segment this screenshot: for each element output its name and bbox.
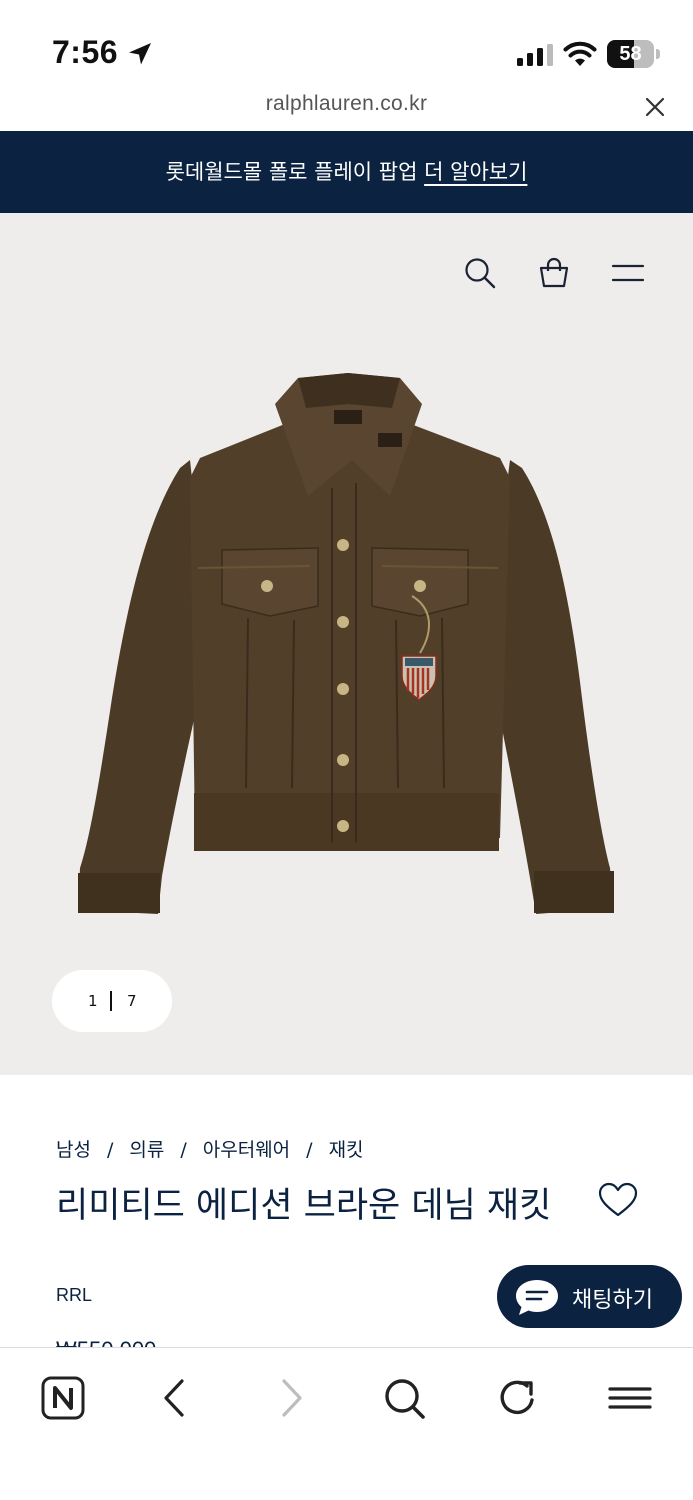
promo-learn-more-link[interactable]: 더 알아보기 — [424, 160, 527, 184]
shopping-bag-icon[interactable] — [538, 257, 570, 289]
hamburger-menu-icon[interactable] — [611, 261, 645, 285]
product-info: 남성/의류/아우터웨어/재킷 리미티드 에디션 브라운 데님 재킷 RRL ₩5… — [0, 1075, 693, 1347]
wifi-icon — [563, 41, 597, 66]
menu-button[interactable] — [607, 1375, 653, 1421]
back-icon — [164, 1379, 184, 1417]
battery-level: 58 — [619, 43, 642, 65]
search-icon — [385, 1379, 425, 1419]
breadcrumb-item[interactable]: 남성 — [56, 1139, 91, 1161]
back-button[interactable] — [152, 1375, 198, 1421]
chat-button[interactable]: 채팅하기 — [497, 1265, 682, 1328]
naver-home-icon — [41, 1376, 85, 1420]
product-brand: RRL — [56, 1285, 93, 1305]
product-price: ₩550,000 — [56, 1337, 156, 1347]
browser-url-bar[interactable]: ralphlauren.co.kr — [0, 84, 693, 131]
browser-toolbar — [0, 1347, 693, 1500]
location-arrow-icon — [129, 43, 151, 65]
search-icon[interactable] — [464, 257, 496, 289]
forward-icon — [282, 1379, 302, 1417]
battery-indicator: 58 — [607, 40, 660, 68]
menu-icon — [608, 1387, 652, 1409]
breadcrumb: 남성 / 의류 / 아우터웨어 / 재킷 — [56, 1139, 364, 1161]
reload-button[interactable] — [494, 1375, 540, 1421]
status-time: 7:56 — [52, 34, 119, 70]
chat-label: 채팅하기 — [572, 1288, 653, 1313]
chat-bubble-icon — [516, 1280, 558, 1315]
cellular-signal-icon — [517, 44, 553, 66]
product-title: 리미티드 에디션 브라운 데님 재킷 — [56, 1186, 552, 1226]
breadcrumb-item[interactable]: 재킷 — [329, 1139, 364, 1161]
pager-current: 1 — [88, 992, 98, 1010]
forward-button[interactable] — [268, 1375, 314, 1421]
status-bar: 7:56 58 — [0, 0, 693, 84]
heart-icon[interactable] — [598, 1182, 638, 1218]
breadcrumb-item[interactable]: 아우터웨어 — [203, 1139, 290, 1161]
promo-banner: 롯데월드몰 폴로 플레이 팝업 더 알아보기 — [0, 131, 693, 213]
promo-text: 롯데월드몰 폴로 플레이 팝업 — [165, 160, 425, 184]
search-button[interactable] — [381, 1375, 427, 1421]
product-image-gallery[interactable]: 1 7 — [0, 213, 693, 1075]
breadcrumb-item[interactable]: 의류 — [129, 1139, 164, 1161]
image-pager: 1 7 — [52, 970, 172, 1032]
naver-home-button[interactable] — [40, 1375, 86, 1421]
product-image-jacket[interactable] — [70, 368, 625, 918]
pager-total: 7 — [127, 992, 137, 1010]
reload-icon — [500, 1380, 534, 1415]
close-icon[interactable] — [644, 96, 666, 118]
url-text[interactable]: ralphlauren.co.kr — [0, 92, 693, 116]
